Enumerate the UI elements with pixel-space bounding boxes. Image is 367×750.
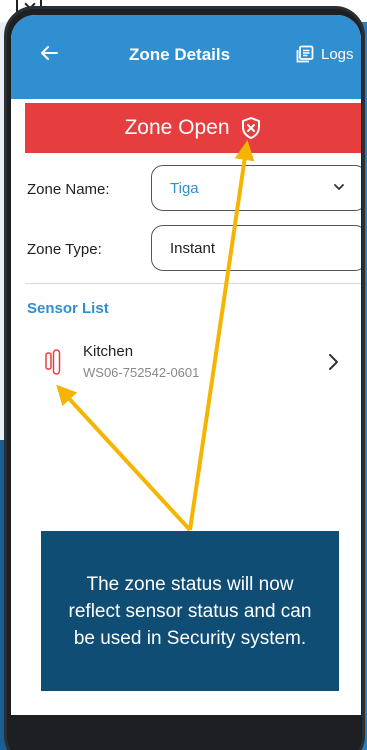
logs-icon — [296, 45, 314, 63]
zone-type-field[interactable]: Instant — [151, 225, 361, 271]
zone-name-label: Zone Name: — [27, 181, 110, 198]
chevron-right-icon — [329, 354, 338, 370]
zone-type-value: Instant — [170, 239, 216, 257]
sensor-id: WS06-752542-0601 — [83, 365, 200, 380]
shield-x-icon — [241, 117, 260, 139]
zone-status-banner: Zone Open — [25, 103, 361, 153]
callout-text: The zone status will now reflect sensor … — [68, 573, 312, 649]
sensor-list-title: Sensor List — [27, 300, 109, 317]
arrow-left-icon — [41, 46, 58, 60]
zone-type-label: Zone Type: — [27, 241, 102, 258]
callout-box: The zone status will now reflect sensor … — [41, 531, 339, 691]
section-divider — [25, 283, 361, 284]
logs-label: Logs — [321, 45, 354, 63]
zone-status-text: Zone Open — [124, 116, 230, 139]
zone-name-value: Tiga — [170, 179, 199, 197]
sensor-list-item[interactable]: Kitchen WS06-752542-0601 — [25, 335, 361, 393]
zone-name-dropdown[interactable]: Tiga — [151, 165, 361, 211]
chevron-down-icon — [334, 184, 344, 190]
zone-name-row: Zone Name: Tiga — [25, 165, 361, 215]
door-sensor-icon — [45, 349, 61, 375]
sensor-name: Kitchen — [83, 343, 134, 360]
back-button[interactable] — [39, 43, 61, 65]
zone-type-row: Zone Type: Instant — [25, 225, 361, 275]
logs-button[interactable]: Logs — [296, 41, 354, 67]
page-title: Zone Details — [129, 45, 231, 64]
app-bar: Zone Details Logs — [11, 15, 361, 99]
